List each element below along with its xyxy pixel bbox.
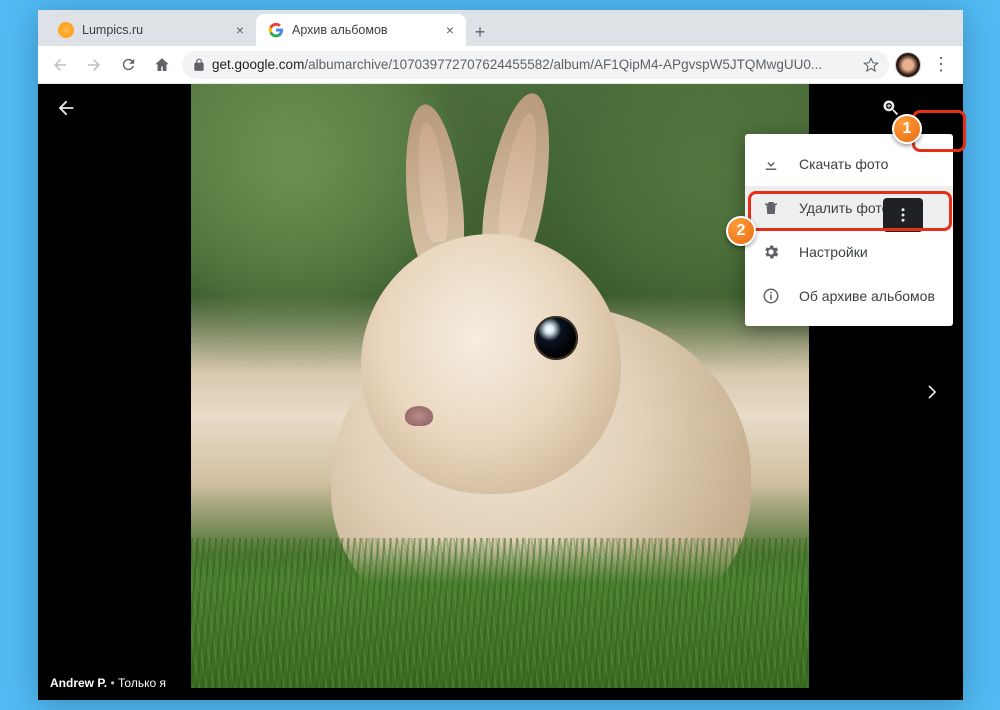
new-tab-button[interactable]: + bbox=[466, 18, 494, 46]
address-bar[interactable]: get.google.com/albumarchive/107039772707… bbox=[182, 51, 889, 79]
annotation-badge-2: 2 bbox=[726, 216, 756, 246]
photo-caption: Andrew P. • Только я bbox=[50, 676, 166, 690]
home-button[interactable] bbox=[148, 51, 176, 79]
annotation-badge-1: 1 bbox=[892, 114, 922, 144]
menu-item-label: Об архиве альбомов bbox=[799, 288, 935, 304]
info-icon bbox=[761, 286, 781, 306]
author-name: Andrew P. bbox=[50, 676, 107, 690]
visibility-label: Только я bbox=[118, 676, 166, 690]
tab-title: Архив альбомов bbox=[292, 23, 388, 37]
browser-window: Lumpics.ru × Архив альбомов × + bbox=[38, 10, 963, 700]
bookmark-star-icon[interactable] bbox=[863, 57, 879, 73]
viewer-topbar: ⋮ bbox=[38, 84, 963, 132]
tab-close-icon[interactable]: × bbox=[446, 22, 454, 38]
menu-item-label: Скачать фото bbox=[799, 156, 888, 172]
photo-viewer: ⋮ Скачать фото Удалить фото bbox=[38, 84, 963, 700]
annotation-box-2 bbox=[748, 191, 952, 231]
photo-image bbox=[191, 84, 809, 688]
nav-back-button[interactable] bbox=[46, 51, 74, 79]
tab-album-archive[interactable]: Архив альбомов × bbox=[256, 14, 466, 46]
toolbar: get.google.com/albumarchive/107039772707… bbox=[38, 46, 963, 84]
menu-item-settings[interactable]: Настройки bbox=[745, 230, 953, 274]
tab-close-icon[interactable]: × bbox=[236, 22, 244, 38]
download-icon bbox=[761, 154, 781, 174]
tab-strip: Lumpics.ru × Архив альбомов × + bbox=[38, 10, 963, 46]
reload-button[interactable] bbox=[114, 51, 142, 79]
tab-title: Lumpics.ru bbox=[82, 23, 143, 37]
next-photo-button[interactable] bbox=[911, 372, 951, 412]
separator: • bbox=[110, 676, 114, 690]
url-text: get.google.com/albumarchive/107039772707… bbox=[212, 57, 857, 72]
profile-avatar[interactable] bbox=[895, 52, 921, 78]
gear-icon bbox=[761, 242, 781, 262]
nav-forward-button[interactable] bbox=[80, 51, 108, 79]
browser-menu-button[interactable]: ⋮ bbox=[927, 51, 955, 79]
favicon-icon bbox=[58, 22, 74, 38]
menu-item-about[interactable]: Об архиве альбомов bbox=[745, 274, 953, 318]
google-favicon-icon bbox=[268, 22, 284, 38]
tab-lumpics[interactable]: Lumpics.ru × bbox=[46, 14, 256, 46]
lock-icon bbox=[192, 58, 206, 72]
back-arrow-button[interactable] bbox=[46, 88, 86, 128]
menu-item-label: Настройки bbox=[799, 244, 868, 260]
